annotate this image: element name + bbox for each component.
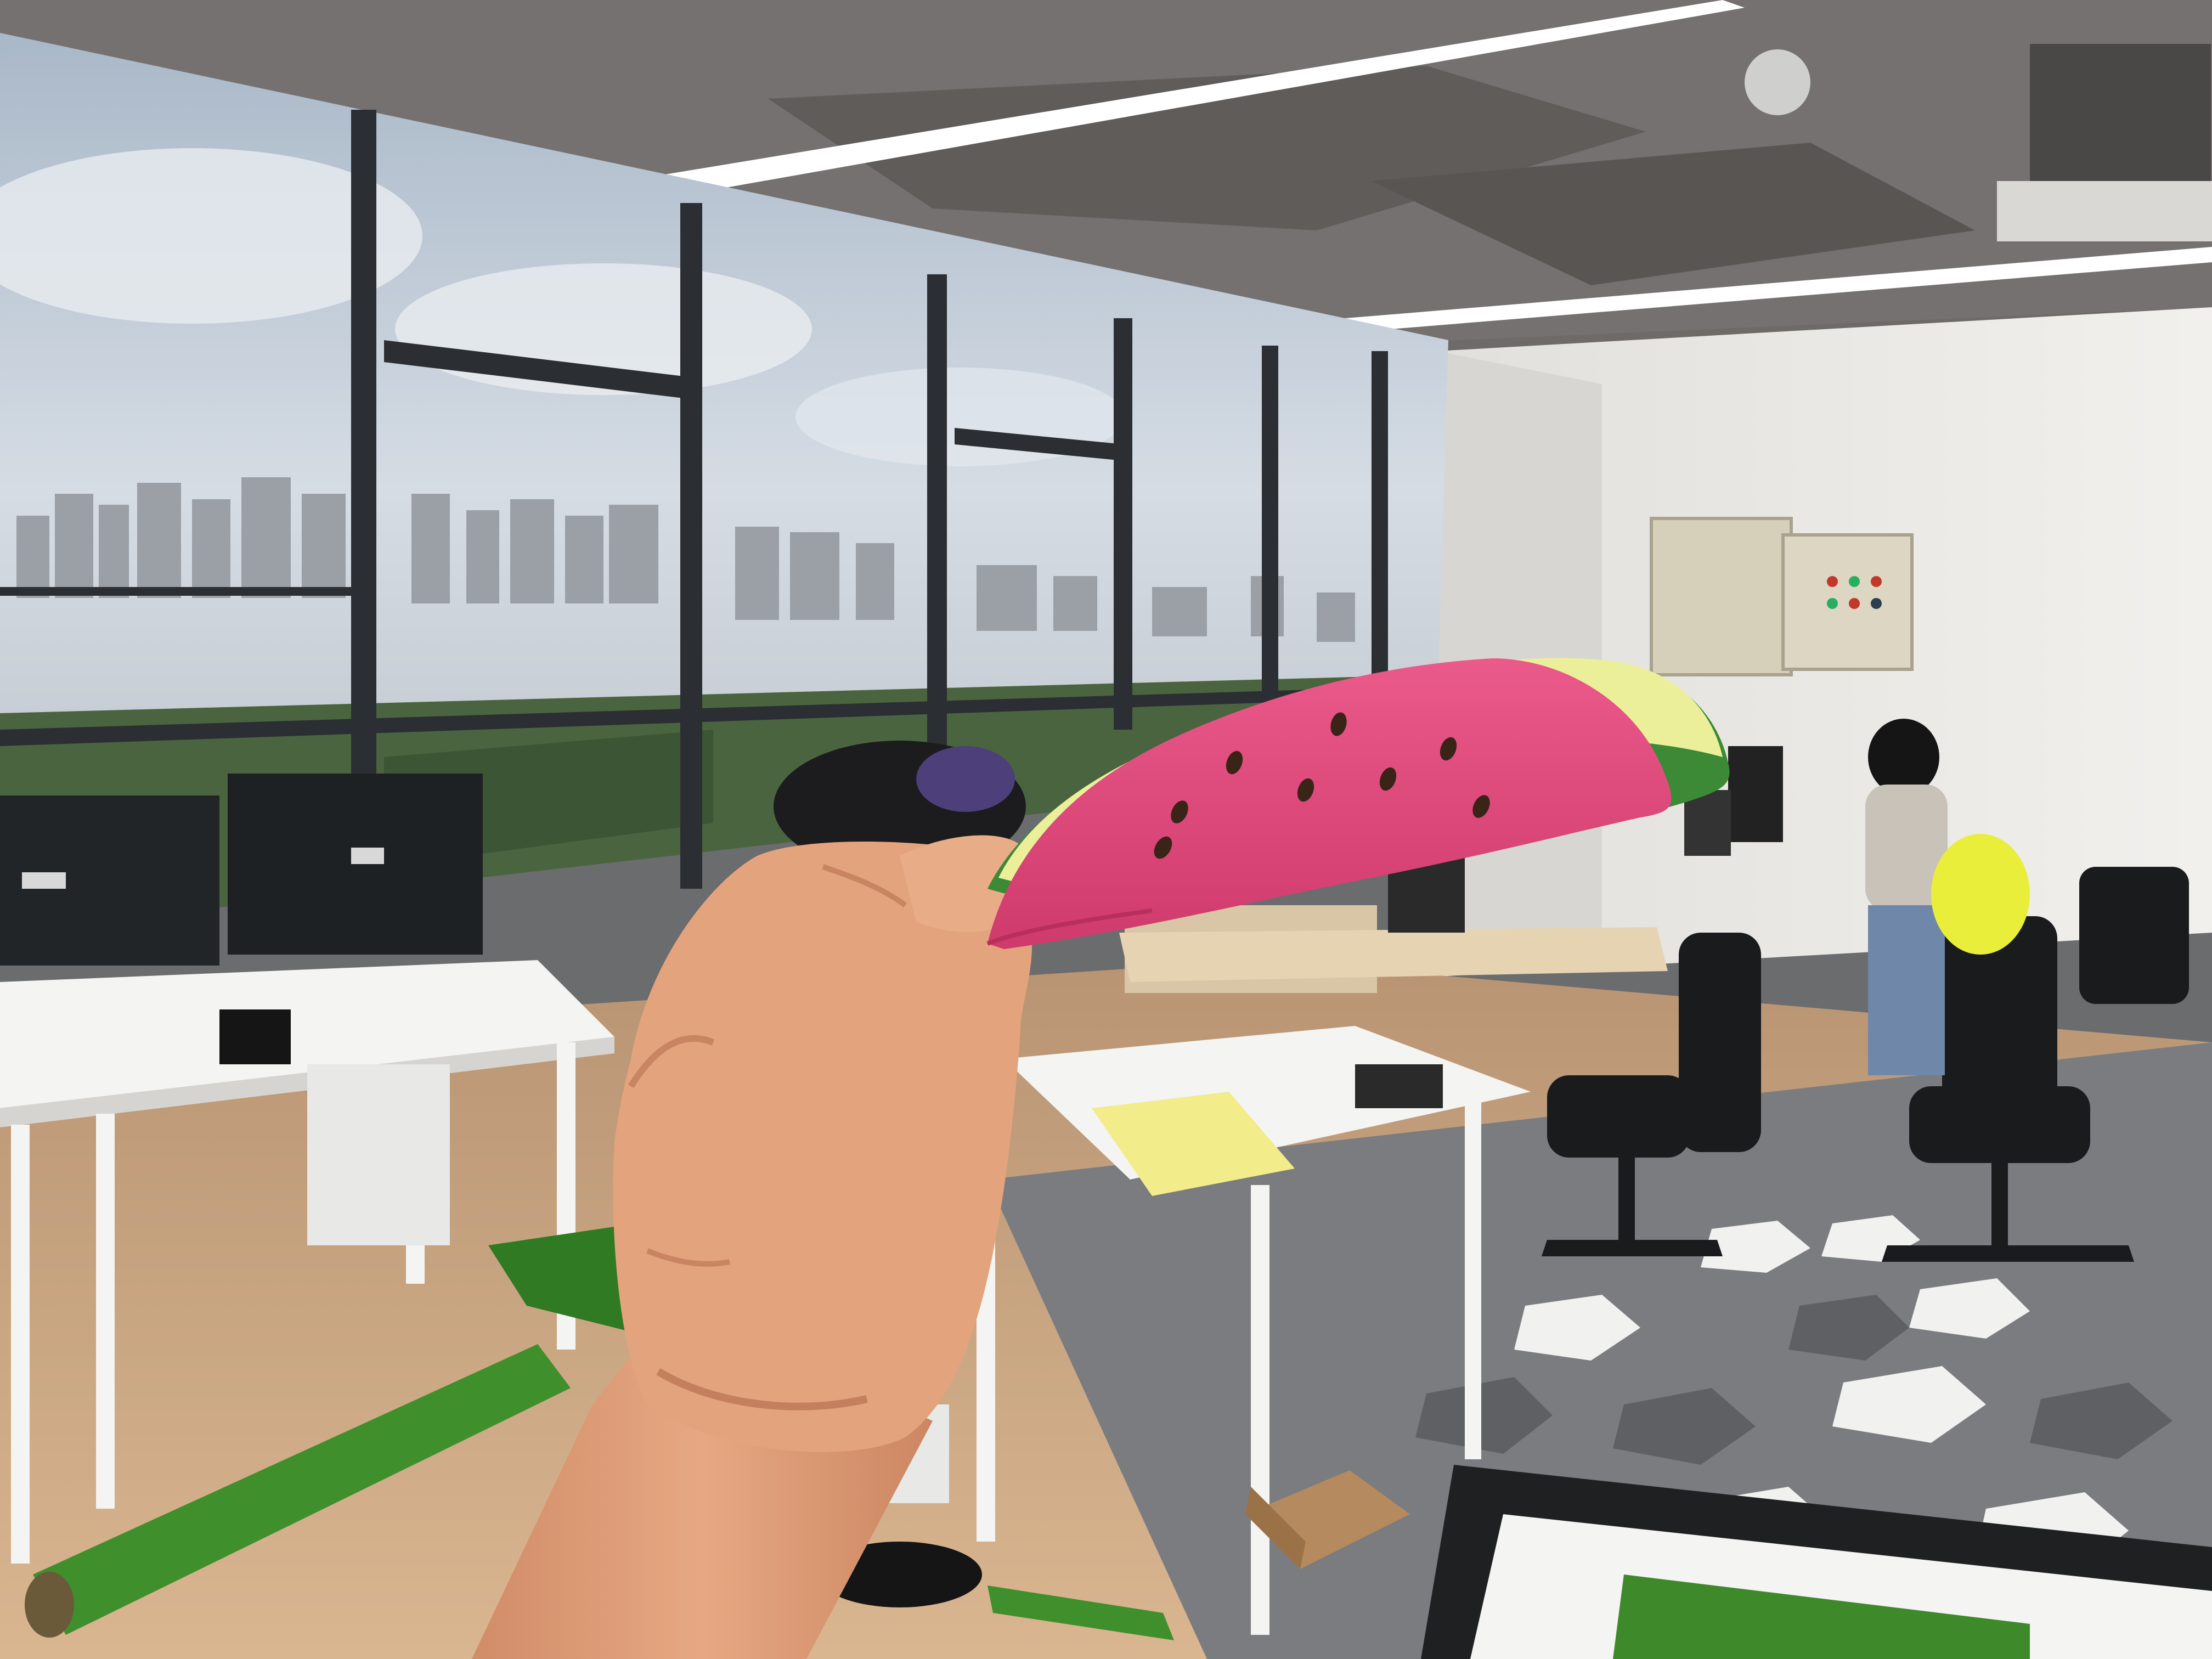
office-photo <box>0 0 2212 1659</box>
electrical-cabinets <box>1650 517 1914 676</box>
